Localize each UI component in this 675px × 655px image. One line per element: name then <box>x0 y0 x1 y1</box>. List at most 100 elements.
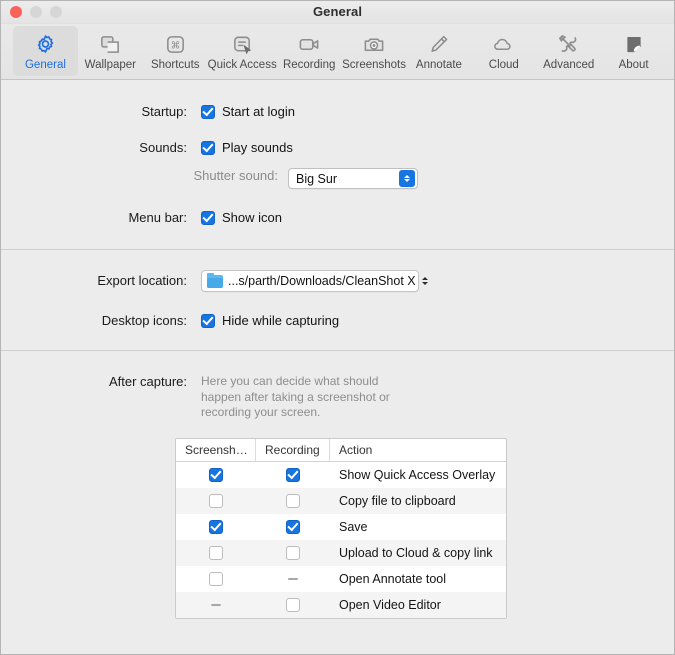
video-camera-icon <box>297 31 321 57</box>
section-startup-sounds-menubar: Startup: Start at login Sounds: Play sou… <box>1 80 674 249</box>
section-after-capture: After capture: Here you can decide what … <box>1 351 674 619</box>
export-location-select[interactable]: ...s/parth/Downloads/CleanShot X <box>201 270 429 292</box>
row-recording-checkbox[interactable] <box>286 467 300 482</box>
play-sounds-checkbox[interactable] <box>201 140 215 155</box>
row-recording-checkbox[interactable] <box>286 519 300 534</box>
toolbar-label-about: About <box>618 59 649 71</box>
tools-icon <box>557 31 580 57</box>
after-capture-description: Here you can decide what should happen a… <box>201 374 390 419</box>
table-header-action[interactable]: Action <box>330 439 506 461</box>
row-export-location: Export location: ...s/parth/Downloads/Cl… <box>1 270 674 292</box>
row-screenshot-checkbox[interactable] <box>209 545 223 560</box>
cell-recording <box>256 566 330 592</box>
row-desktop-icons: Desktop icons: Hide while capturing <box>1 313 674 328</box>
table-header-screenshot[interactable]: Screensh… <box>176 438 256 461</box>
section-export-desktop: Export location: ...s/parth/Downloads/Cl… <box>1 250 674 350</box>
after-capture-label: After capture: <box>108 374 187 389</box>
cloud-icon <box>491 31 516 57</box>
cell-action: Upload to Cloud & copy link <box>339 545 493 560</box>
row-startup: Startup: Start at login <box>1 104 674 119</box>
cell-action: Open Video Editor <box>339 597 441 612</box>
toolbar-item-recording[interactable]: Recording <box>277 26 342 76</box>
toolbar-item-screenshots[interactable]: Screenshots <box>342 26 407 76</box>
toolbar-item-shortcuts[interactable]: ⌘ Shortcuts <box>143 26 208 76</box>
chevron-up-down-icon[interactable] <box>421 274 430 288</box>
table-row: Upload to Cloud & copy link <box>176 539 506 566</box>
shutter-sound-select[interactable]: Big Sur <box>288 168 418 189</box>
camera-icon <box>362 31 386 57</box>
cursor-panel-icon <box>231 31 254 57</box>
cell-recording[interactable] <box>256 488 330 514</box>
cell-recording[interactable] <box>256 592 330 618</box>
row-after-capture: After capture: Here you can decide what … <box>1 374 674 421</box>
shutter-sound-control[interactable]: Big Sur <box>288 168 418 189</box>
toolbar-label-quick-access: Quick Access <box>207 59 277 71</box>
windows-icon <box>98 31 122 57</box>
row-screenshot-checkbox[interactable] <box>209 493 223 508</box>
cell-screenshot <box>176 592 256 618</box>
row-screenshot-disabled-dash-icon <box>211 603 221 606</box>
cell-screenshot[interactable] <box>176 514 256 540</box>
after-capture-description-wrap: Here you can decide what should happen a… <box>201 374 391 421</box>
preferences-window: General General Wallpaper ⌘ Shortcuts Qu… <box>0 0 675 655</box>
pen-icon <box>427 31 450 57</box>
chevron-up-down-icon[interactable] <box>399 170 415 187</box>
cell-recording[interactable] <box>256 462 330 488</box>
row-screenshot-checkbox[interactable] <box>209 467 223 482</box>
toolbar-item-advanced[interactable]: Advanced <box>536 26 601 76</box>
menu-bar-label: Menu bar: <box>128 210 187 225</box>
cell-screenshot[interactable] <box>176 566 256 592</box>
play-sounds-control[interactable]: Play sounds <box>201 140 293 155</box>
row-menu-bar: Menu bar: Show icon <box>1 210 674 225</box>
startup-control[interactable]: Start at login <box>201 104 295 119</box>
row-shutter-sound: Shutter sound: Big Sur <box>1 168 674 189</box>
row-recording-checkbox[interactable] <box>286 597 300 612</box>
desktop-icons-label: Desktop icons: <box>101 313 187 328</box>
toolbar-label-recording: Recording <box>282 59 336 71</box>
toolbar-item-general[interactable]: General <box>13 26 78 76</box>
table-row: Save <box>176 513 506 540</box>
folder-icon <box>207 272 223 288</box>
desktop-icons-control[interactable]: Hide while capturing <box>201 313 339 328</box>
cell-screenshot[interactable] <box>176 540 256 566</box>
cell-screenshot[interactable] <box>176 462 256 488</box>
row-screenshot-checkbox[interactable] <box>209 571 223 586</box>
row-recording-checkbox[interactable] <box>286 493 300 508</box>
toolbar-label-advanced: Advanced <box>543 59 595 71</box>
toolbar-label-cloud: Cloud <box>488 59 519 71</box>
menu-bar-control[interactable]: Show icon <box>201 210 282 225</box>
row-screenshot-checkbox[interactable] <box>209 519 223 534</box>
table-row: Open Video Editor <box>176 591 506 618</box>
cell-screenshot[interactable] <box>176 488 256 514</box>
startup-label: Startup: <box>141 104 187 119</box>
toolbar-label-shortcuts: Shortcuts <box>150 59 200 71</box>
command-key-icon: ⌘ <box>164 31 187 57</box>
cell-recording[interactable] <box>256 540 330 566</box>
toolbar-item-cloud[interactable]: Cloud <box>471 26 536 76</box>
row-sounds: Sounds: Play sounds <box>1 140 674 155</box>
toolbar-label-wallpaper: Wallpaper <box>84 59 137 71</box>
toolbar-item-about[interactable]: About <box>601 26 666 76</box>
row-recording-checkbox[interactable] <box>286 545 300 560</box>
title-bar: General <box>1 1 674 24</box>
hide-while-capturing-checkbox[interactable] <box>201 313 215 328</box>
table-header-recording[interactable]: Recording <box>256 438 330 461</box>
table-row: Copy file to clipboard <box>176 487 506 514</box>
cell-action: Copy file to clipboard <box>339 493 456 508</box>
cell-recording[interactable] <box>256 514 330 540</box>
show-icon-checkbox[interactable] <box>201 210 215 225</box>
show-icon-label: Show icon <box>222 210 282 225</box>
hide-while-capturing-label: Hide while capturing <box>222 313 340 328</box>
window-title: General <box>312 4 363 19</box>
svg-text:⌘: ⌘ <box>170 40 180 51</box>
export-location-control[interactable]: ...s/parth/Downloads/CleanShot X <box>201 270 429 292</box>
toolbar-item-annotate[interactable]: Annotate <box>406 26 471 76</box>
export-location-label: Export location: <box>97 273 187 288</box>
start-at-login-label: Start at login <box>222 104 295 119</box>
table-row: Open Annotate tool <box>176 565 506 592</box>
toolbar-item-quick-access[interactable]: Quick Access <box>208 26 277 76</box>
toolbar-item-wallpaper[interactable]: Wallpaper <box>78 26 143 76</box>
toolbar-label-general: General <box>24 59 66 71</box>
cell-action: Open Annotate tool <box>339 571 447 586</box>
start-at-login-checkbox[interactable] <box>201 104 215 119</box>
